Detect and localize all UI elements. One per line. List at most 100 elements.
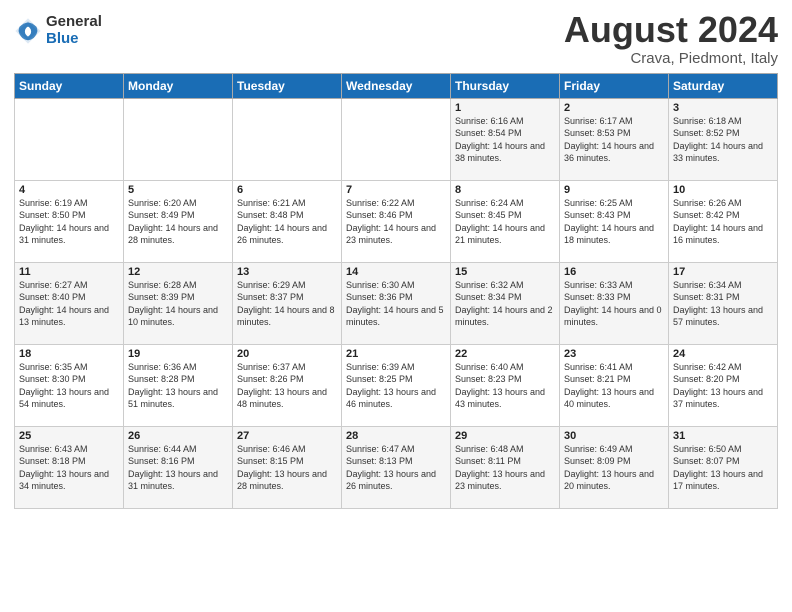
page-container: General Blue August 2024 Crava, Piedmont… <box>0 0 792 519</box>
day-info: Sunrise: 6:19 AM Sunset: 8:50 PM Dayligh… <box>19 197 119 247</box>
calendar-cell: 23Sunrise: 6:41 AM Sunset: 8:21 PM Dayli… <box>560 344 669 426</box>
calendar-cell: 25Sunrise: 6:43 AM Sunset: 8:18 PM Dayli… <box>15 426 124 508</box>
day-number: 17 <box>673 266 773 278</box>
day-number: 5 <box>128 184 228 196</box>
day-info: Sunrise: 6:39 AM Sunset: 8:25 PM Dayligh… <box>346 361 446 411</box>
calendar-week-4: 25Sunrise: 6:43 AM Sunset: 8:18 PM Dayli… <box>15 426 778 508</box>
day-info: Sunrise: 6:24 AM Sunset: 8:45 PM Dayligh… <box>455 197 555 247</box>
day-info: Sunrise: 6:41 AM Sunset: 8:21 PM Dayligh… <box>564 361 664 411</box>
day-number: 21 <box>346 348 446 360</box>
day-info: Sunrise: 6:43 AM Sunset: 8:18 PM Dayligh… <box>19 443 119 493</box>
calendar-cell: 7Sunrise: 6:22 AM Sunset: 8:46 PM Daylig… <box>342 180 451 262</box>
day-info: Sunrise: 6:48 AM Sunset: 8:11 PM Dayligh… <box>455 443 555 493</box>
day-number: 31 <box>673 430 773 442</box>
day-number: 18 <box>19 348 119 360</box>
calendar-cell: 14Sunrise: 6:30 AM Sunset: 8:36 PM Dayli… <box>342 262 451 344</box>
calendar-cell: 15Sunrise: 6:32 AM Sunset: 8:34 PM Dayli… <box>451 262 560 344</box>
calendar-cell: 16Sunrise: 6:33 AM Sunset: 8:33 PM Dayli… <box>560 262 669 344</box>
day-info: Sunrise: 6:16 AM Sunset: 8:54 PM Dayligh… <box>455 115 555 165</box>
calendar-cell: 27Sunrise: 6:46 AM Sunset: 8:15 PM Dayli… <box>233 426 342 508</box>
calendar-cell: 8Sunrise: 6:24 AM Sunset: 8:45 PM Daylig… <box>451 180 560 262</box>
day-number: 11 <box>19 266 119 278</box>
calendar-cell: 1Sunrise: 6:16 AM Sunset: 8:54 PM Daylig… <box>451 98 560 180</box>
calendar-week-1: 4Sunrise: 6:19 AM Sunset: 8:50 PM Daylig… <box>15 180 778 262</box>
day-info: Sunrise: 6:27 AM Sunset: 8:40 PM Dayligh… <box>19 279 119 329</box>
month-title: August 2024 <box>564 10 778 50</box>
weekday-header-row: SundayMondayTuesdayWednesdayThursdayFrid… <box>15 73 778 98</box>
day-info: Sunrise: 6:18 AM Sunset: 8:52 PM Dayligh… <box>673 115 773 165</box>
calendar-cell: 21Sunrise: 6:39 AM Sunset: 8:25 PM Dayli… <box>342 344 451 426</box>
day-info: Sunrise: 6:50 AM Sunset: 8:07 PM Dayligh… <box>673 443 773 493</box>
calendar-cell: 29Sunrise: 6:48 AM Sunset: 8:11 PM Dayli… <box>451 426 560 508</box>
day-number: 9 <box>564 184 664 196</box>
calendar-cell: 28Sunrise: 6:47 AM Sunset: 8:13 PM Dayli… <box>342 426 451 508</box>
day-info: Sunrise: 6:35 AM Sunset: 8:30 PM Dayligh… <box>19 361 119 411</box>
day-number: 1 <box>455 102 555 114</box>
weekday-header-thursday: Thursday <box>451 73 560 98</box>
day-number: 6 <box>237 184 337 196</box>
day-info: Sunrise: 6:21 AM Sunset: 8:48 PM Dayligh… <box>237 197 337 247</box>
calendar-cell: 11Sunrise: 6:27 AM Sunset: 8:40 PM Dayli… <box>15 262 124 344</box>
day-number: 12 <box>128 266 228 278</box>
calendar-cell: 6Sunrise: 6:21 AM Sunset: 8:48 PM Daylig… <box>233 180 342 262</box>
calendar-cell: 19Sunrise: 6:36 AM Sunset: 8:28 PM Dayli… <box>124 344 233 426</box>
weekday-header-saturday: Saturday <box>669 73 778 98</box>
day-info: Sunrise: 6:40 AM Sunset: 8:23 PM Dayligh… <box>455 361 555 411</box>
calendar-cell: 22Sunrise: 6:40 AM Sunset: 8:23 PM Dayli… <box>451 344 560 426</box>
day-info: Sunrise: 6:49 AM Sunset: 8:09 PM Dayligh… <box>564 443 664 493</box>
weekday-header-friday: Friday <box>560 73 669 98</box>
logo-general-text: General <box>46 14 102 31</box>
weekday-header-sunday: Sunday <box>15 73 124 98</box>
calendar-week-2: 11Sunrise: 6:27 AM Sunset: 8:40 PM Dayli… <box>15 262 778 344</box>
day-info: Sunrise: 6:28 AM Sunset: 8:39 PM Dayligh… <box>128 279 228 329</box>
calendar-table: SundayMondayTuesdayWednesdayThursdayFrid… <box>14 73 778 509</box>
calendar-cell: 3Sunrise: 6:18 AM Sunset: 8:52 PM Daylig… <box>669 98 778 180</box>
day-number: 7 <box>346 184 446 196</box>
day-info: Sunrise: 6:46 AM Sunset: 8:15 PM Dayligh… <box>237 443 337 493</box>
day-info: Sunrise: 6:32 AM Sunset: 8:34 PM Dayligh… <box>455 279 555 329</box>
day-number: 29 <box>455 430 555 442</box>
calendar-cell: 13Sunrise: 6:29 AM Sunset: 8:37 PM Dayli… <box>233 262 342 344</box>
header: General Blue August 2024 Crava, Piedmont… <box>14 10 778 67</box>
calendar-cell <box>233 98 342 180</box>
day-number: 13 <box>237 266 337 278</box>
day-number: 23 <box>564 348 664 360</box>
day-number: 27 <box>237 430 337 442</box>
day-info: Sunrise: 6:37 AM Sunset: 8:26 PM Dayligh… <box>237 361 337 411</box>
logo-icon <box>14 17 42 45</box>
calendar-cell <box>15 98 124 180</box>
calendar-cell: 5Sunrise: 6:20 AM Sunset: 8:49 PM Daylig… <box>124 180 233 262</box>
logo: General Blue <box>14 14 102 47</box>
logo-text: General Blue <box>46 14 102 47</box>
weekday-header-tuesday: Tuesday <box>233 73 342 98</box>
day-info: Sunrise: 6:33 AM Sunset: 8:33 PM Dayligh… <box>564 279 664 329</box>
day-number: 10 <box>673 184 773 196</box>
day-number: 3 <box>673 102 773 114</box>
calendar-cell: 2Sunrise: 6:17 AM Sunset: 8:53 PM Daylig… <box>560 98 669 180</box>
title-block: August 2024 Crava, Piedmont, Italy <box>564 10 778 67</box>
calendar-cell: 18Sunrise: 6:35 AM Sunset: 8:30 PM Dayli… <box>15 344 124 426</box>
day-info: Sunrise: 6:25 AM Sunset: 8:43 PM Dayligh… <box>564 197 664 247</box>
day-info: Sunrise: 6:47 AM Sunset: 8:13 PM Dayligh… <box>346 443 446 493</box>
location: Crava, Piedmont, Italy <box>564 50 778 67</box>
calendar-week-0: 1Sunrise: 6:16 AM Sunset: 8:54 PM Daylig… <box>15 98 778 180</box>
calendar-cell: 9Sunrise: 6:25 AM Sunset: 8:43 PM Daylig… <box>560 180 669 262</box>
calendar-cell <box>124 98 233 180</box>
calendar-cell: 31Sunrise: 6:50 AM Sunset: 8:07 PM Dayli… <box>669 426 778 508</box>
calendar-cell <box>342 98 451 180</box>
day-number: 28 <box>346 430 446 442</box>
day-info: Sunrise: 6:34 AM Sunset: 8:31 PM Dayligh… <box>673 279 773 329</box>
day-number: 4 <box>19 184 119 196</box>
day-info: Sunrise: 6:20 AM Sunset: 8:49 PM Dayligh… <box>128 197 228 247</box>
day-info: Sunrise: 6:26 AM Sunset: 8:42 PM Dayligh… <box>673 197 773 247</box>
day-info: Sunrise: 6:30 AM Sunset: 8:36 PM Dayligh… <box>346 279 446 329</box>
calendar-cell: 12Sunrise: 6:28 AM Sunset: 8:39 PM Dayli… <box>124 262 233 344</box>
calendar-cell: 26Sunrise: 6:44 AM Sunset: 8:16 PM Dayli… <box>124 426 233 508</box>
day-number: 20 <box>237 348 337 360</box>
day-info: Sunrise: 6:29 AM Sunset: 8:37 PM Dayligh… <box>237 279 337 329</box>
day-number: 24 <box>673 348 773 360</box>
day-info: Sunrise: 6:17 AM Sunset: 8:53 PM Dayligh… <box>564 115 664 165</box>
day-number: 26 <box>128 430 228 442</box>
day-info: Sunrise: 6:44 AM Sunset: 8:16 PM Dayligh… <box>128 443 228 493</box>
calendar-cell: 4Sunrise: 6:19 AM Sunset: 8:50 PM Daylig… <box>15 180 124 262</box>
